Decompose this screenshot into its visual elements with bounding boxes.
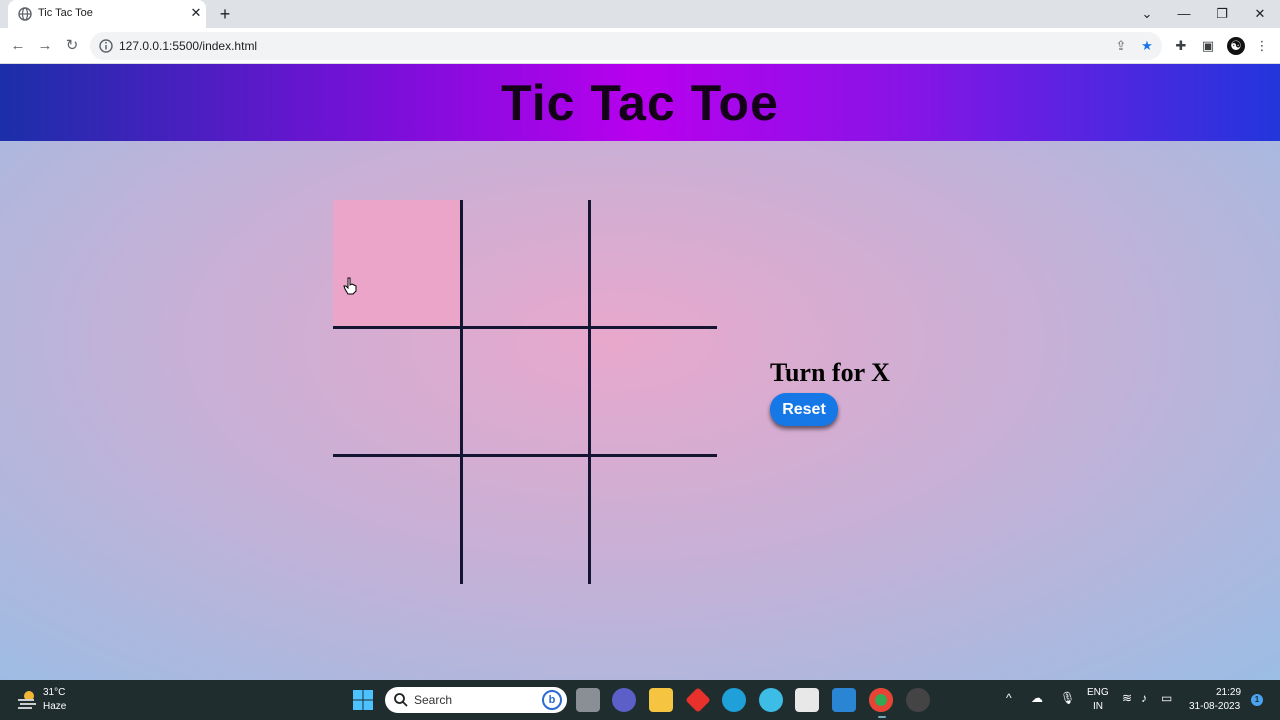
- edge-icon[interactable]: [722, 688, 746, 712]
- recorder-icon[interactable]: [906, 688, 930, 712]
- weather-haze-icon[interactable]: [16, 688, 38, 710]
- chrome-active-indicator: [878, 716, 886, 718]
- battery-icon[interactable]: ▭: [1161, 691, 1172, 705]
- page-title: Tic Tac Toe: [501, 75, 779, 131]
- reset-button[interactable]: Reset: [770, 393, 838, 426]
- grid-line-horizontal-2: [333, 454, 717, 457]
- vscode-icon[interactable]: [832, 688, 856, 712]
- app-round-icon[interactable]: [759, 688, 783, 712]
- microsoft-store-icon[interactable]: [795, 688, 819, 712]
- region-indicator[interactable]: IN: [1093, 701, 1103, 712]
- volume-icon[interactable]: ♪: [1141, 691, 1147, 705]
- wifi-icon[interactable]: ≋: [1122, 691, 1132, 705]
- windows-taskbar: 31°C Haze Search b ^ ☁ 🎙 ENG IN ≋ ♪ ▭ 21…: [0, 680, 1280, 720]
- info-icon[interactable]: [99, 39, 113, 53]
- reload-icon[interactable]: ↻: [62, 36, 82, 56]
- board-cell-9[interactable]: [589, 456, 717, 584]
- bing-icon[interactable]: b: [542, 690, 562, 710]
- restore-button[interactable]: ❐: [1211, 4, 1233, 24]
- new-tab-button[interactable]: +: [214, 4, 236, 24]
- chrome-icon[interactable]: [869, 688, 893, 712]
- forward-icon[interactable]: →: [35, 36, 55, 56]
- url-text[interactable]: 127.0.0.1:5500/index.html: [119, 39, 257, 53]
- globe-icon: [18, 7, 32, 21]
- browser-tab[interactable]: Tic Tac Toe ✕: [8, 0, 206, 28]
- search-placeholder: Search: [414, 693, 453, 707]
- tab-search-icon[interactable]: ⌄: [1136, 4, 1158, 24]
- board-cell-2[interactable]: [461, 200, 589, 328]
- weather-condition[interactable]: Haze: [43, 701, 66, 712]
- microphone-icon[interactable]: 🎙: [1060, 691, 1075, 705]
- language-indicator[interactable]: ENG: [1087, 687, 1109, 698]
- board-cell-6[interactable]: [589, 328, 717, 456]
- back-icon[interactable]: ←: [8, 36, 28, 56]
- bookmark-star-icon[interactable]: ★: [1138, 37, 1156, 55]
- taskbar-search[interactable]: Search b: [385, 687, 567, 713]
- extensions-icon[interactable]: ✚: [1172, 37, 1190, 55]
- onedrive-icon[interactable]: ☁: [1031, 691, 1043, 705]
- clock-time[interactable]: 21:29: [1216, 687, 1241, 698]
- start-icon[interactable]: [351, 688, 375, 712]
- close-window-button[interactable]: ✕: [1249, 4, 1271, 24]
- board-cell-5[interactable]: [461, 328, 589, 456]
- board-cell-4[interactable]: [333, 328, 461, 456]
- clock-date[interactable]: 31-08-2023: [1189, 701, 1240, 712]
- tray-chevron-icon[interactable]: ^: [1006, 691, 1012, 705]
- grid-line-horizontal-1: [333, 326, 717, 329]
- board-cell-7[interactable]: [333, 456, 461, 584]
- share-icon[interactable]: ⇪: [1112, 37, 1130, 55]
- tab-strip: Tic Tac Toe ✕ + ⌄ — ❐ ✕: [0, 0, 1280, 28]
- search-icon: [394, 693, 408, 707]
- board-cell-1[interactable]: [333, 200, 461, 328]
- page-header: Tic Tac Toe: [0, 64, 1280, 141]
- weather-temperature[interactable]: 31°C: [43, 687, 65, 698]
- notification-badge[interactable]: 1: [1251, 694, 1263, 706]
- teams-chat-icon[interactable]: [612, 688, 636, 712]
- board-cell-8[interactable]: [461, 456, 589, 584]
- minimize-button[interactable]: —: [1173, 4, 1195, 24]
- task-view-icon[interactable]: [576, 688, 600, 712]
- tab-close-icon[interactable]: ✕: [188, 5, 204, 21]
- file-explorer-icon[interactable]: [649, 688, 673, 712]
- address-bar[interactable]: 127.0.0.1:5500/index.html ⇪ ★: [90, 32, 1162, 60]
- game-board: [333, 200, 717, 584]
- tab-title: Tic Tac Toe: [38, 7, 93, 19]
- turn-indicator: Turn for X: [770, 358, 890, 387]
- menu-icon[interactable]: ⋮: [1253, 37, 1271, 55]
- board-cell-3[interactable]: [589, 200, 717, 328]
- grid-line-vertical-1: [460, 200, 463, 584]
- app-diamond-icon[interactable]: [685, 687, 711, 713]
- hand-cursor-icon: [343, 277, 357, 295]
- side-panel-icon[interactable]: ▣: [1199, 37, 1217, 55]
- browser-toolbar: ← → ↻ 127.0.0.1:5500/index.html ⇪ ★ ✚ ▣ …: [0, 28, 1280, 64]
- page-content: Tic Tac Toe Turn for X Reset: [0, 64, 1280, 680]
- grid-line-vertical-2: [588, 200, 591, 584]
- profile-avatar[interactable]: ☯: [1227, 37, 1245, 55]
